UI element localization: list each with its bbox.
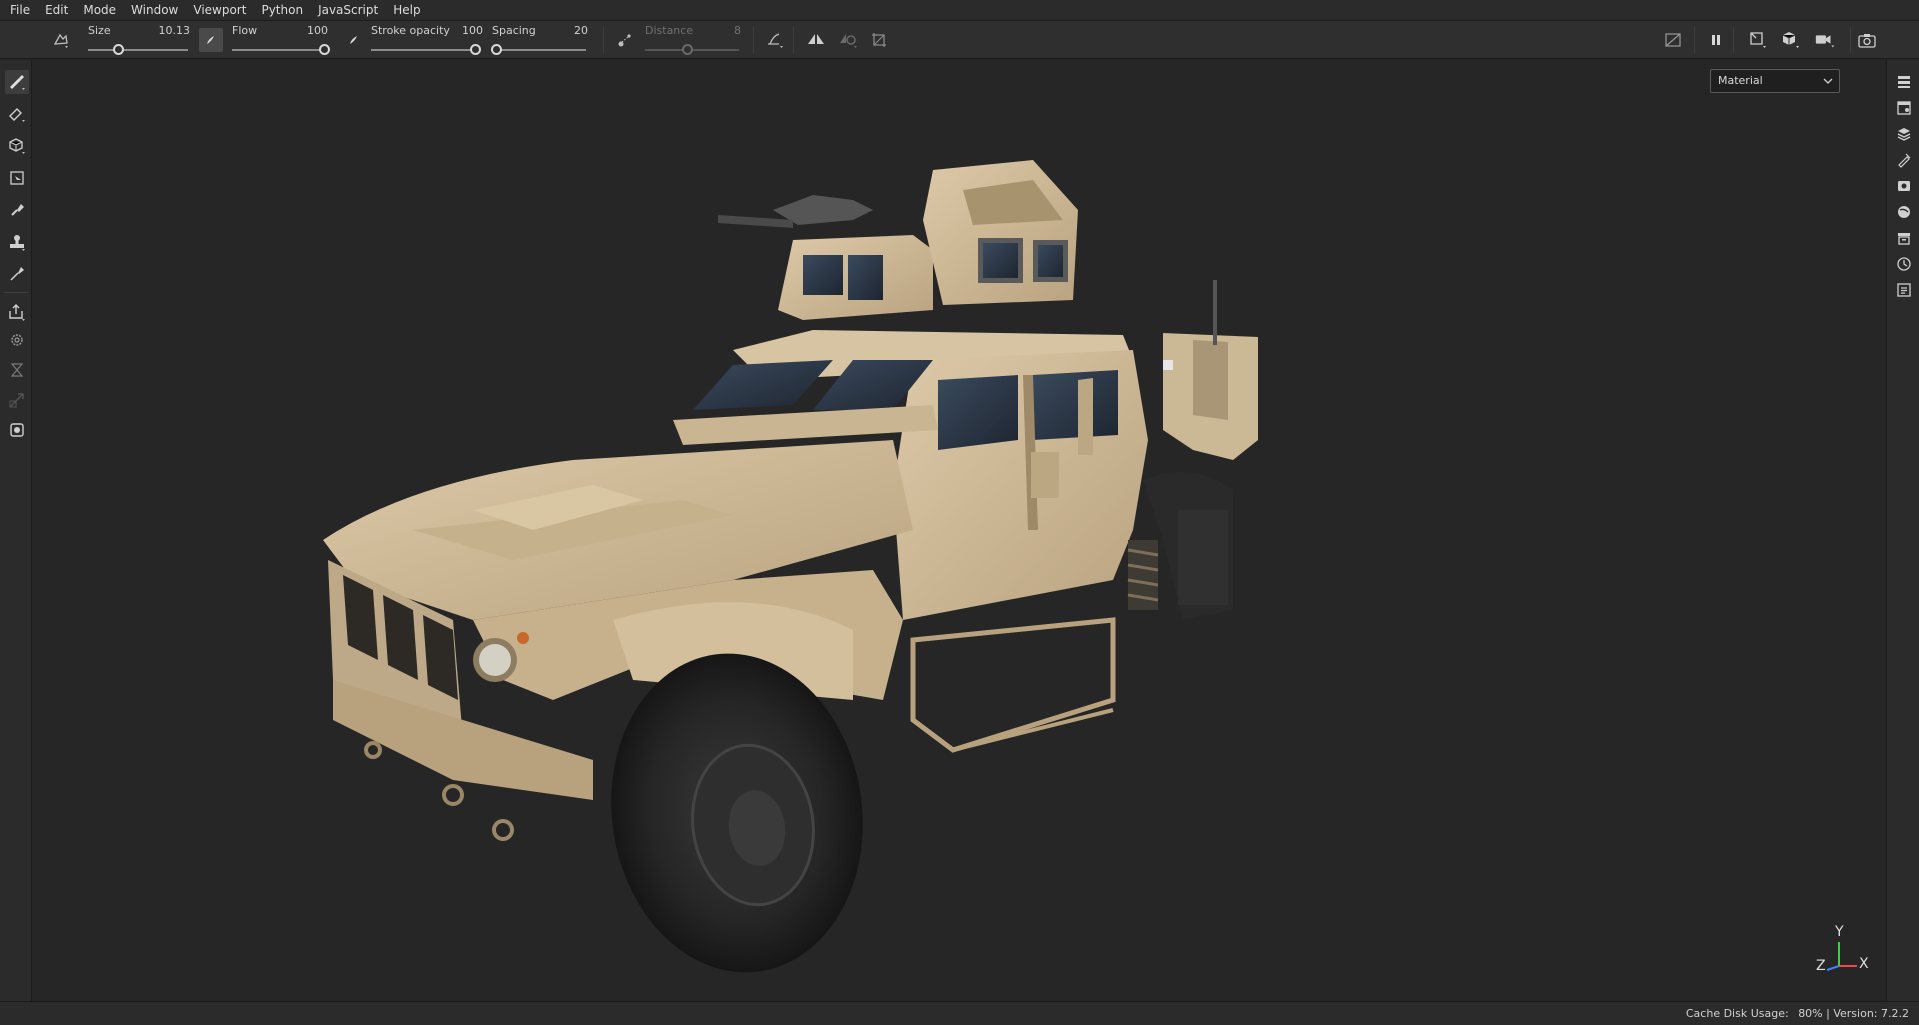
distance-value: 8 [734,24,741,37]
size-control: Size 10.13 [86,21,192,59]
toolbar-separator [1694,27,1695,53]
chevron-down-icon [1823,70,1833,92]
pause-icon[interactable] [1705,29,1727,51]
distance-slider-knob [681,44,693,55]
texture-set-icon[interactable] [1893,97,1915,119]
axis-x-label: X [1859,956,1869,972]
stroke-opacity-value[interactable]: 100 [462,24,483,37]
path-mode-icon[interactable] [765,29,787,51]
projection-icon[interactable] [5,134,29,158]
uv-view-icon[interactable] [1748,29,1770,51]
color-picker-icon[interactable] [5,262,29,286]
panel-rail [1886,60,1919,1001]
toolbar-separator [1850,27,1851,53]
stroke-opacity-slider-track[interactable] [371,49,475,51]
spacing-control: Spacing 20 [490,21,590,59]
spacing-label: Spacing [492,24,536,37]
pressure-size-icon[interactable] [199,28,223,52]
layers-panel-icon[interactable] [1893,71,1915,93]
axis-y-label: Y [1835,924,1844,940]
symmetry-settings-icon[interactable] [838,29,860,51]
size-label: Size [88,24,111,37]
toolbar-separator [1733,27,1734,53]
polygon-fill-icon[interactable] [5,166,29,190]
paint-brush-icon[interactable] [5,70,29,94]
assets-icon[interactable] [1893,227,1915,249]
version-label: Version: 7.2.2 [1833,1007,1909,1020]
cache-disk-label: Cache Disk Usage: [1685,1007,1789,1020]
axis-gizmo: X Y Z [1813,924,1873,978]
menu-javascript[interactable]: JavaScript [312,0,387,21]
bake-icon[interactable] [5,358,29,382]
spacing-value[interactable]: 20 [574,24,588,37]
layer-stack-icon[interactable] [1893,123,1915,145]
lazy-mouse-icon[interactable] [614,29,636,51]
hide-ui-icon[interactable] [1662,29,1684,51]
smudge-icon[interactable] [5,198,29,222]
menu-bar: File Edit Mode Window Viewport Python Ja… [0,0,1919,21]
3d-viewport[interactable]: Material X Y Z [33,60,1886,1001]
shader-settings-icon[interactable] [1893,201,1915,223]
size-value[interactable]: 10.13 [159,24,191,37]
history-icon[interactable] [1893,253,1915,275]
size-slider-track[interactable] [88,49,188,51]
3d-view-icon[interactable] [1781,29,1803,51]
channel-select[interactable]: Material [1710,69,1840,93]
distance-control: Distance 8 [643,21,743,59]
status-text: Cache Disk Usage: 80% | Version: 7.2.2 [1686,1007,1909,1020]
brush-preset-icon[interactable] [50,29,72,51]
flow-slider-knob[interactable] [318,44,330,55]
symmetry-icon[interactable] [805,29,827,51]
app-window: File Edit Mode Window Viewport Python Ja… [0,0,1919,1025]
cache-disk-value: 80% [1798,1007,1823,1020]
flow-value[interactable]: 100 [307,24,328,37]
size-slider-knob[interactable] [112,44,124,55]
clone-stamp-icon[interactable] [5,230,29,254]
menu-help[interactable]: Help [387,0,429,21]
spacing-slider-track[interactable] [492,49,586,51]
screenshot-icon[interactable] [1856,29,1878,51]
flow-control: Flow 100 [230,21,330,59]
flow-slider-track[interactable] [232,49,324,51]
channel-select-value: Material [1718,74,1763,87]
export-icon[interactable] [5,300,29,324]
toolbar-separator [603,27,604,53]
stroke-opacity-control: Stroke opacity 100 [369,21,485,59]
spacing-slider-knob[interactable] [491,44,503,55]
toolbar-separator [793,27,794,53]
menu-mode[interactable]: Mode [77,0,125,21]
vehicle-model [323,160,1258,973]
status-bar: Cache Disk Usage: 80% | Version: 7.2.2 [0,1001,1919,1025]
viewer-icon[interactable] [5,418,29,442]
menu-python[interactable]: Python [255,0,312,21]
flow-label: Flow [232,24,258,37]
axis-z-label: Z [1816,958,1826,974]
properties-icon[interactable] [1893,149,1915,171]
menu-file[interactable]: File [4,0,39,21]
stroke-opacity-label: Stroke opacity [371,24,450,37]
settings-icon[interactable] [5,328,29,352]
tool-rail [0,60,32,1001]
crop-transform-icon[interactable] [868,29,890,51]
camera-icon[interactable] [1814,29,1836,51]
log-icon[interactable] [1893,279,1915,301]
eraser-icon[interactable] [5,102,29,126]
menu-viewport[interactable]: Viewport [187,0,255,21]
stroke-opacity-slider-knob[interactable] [469,44,481,55]
transform-icon[interactable] [5,388,29,412]
tool-properties-bar: Size 10.13 Flow 100 Stroke opacity 100 S [0,21,1919,59]
display-settings-icon[interactable] [1893,175,1915,197]
distance-label: Distance [645,24,694,37]
tool-separator [4,292,28,293]
toolbar-separator [753,27,754,53]
pressure-flow-icon[interactable] [343,29,365,51]
menu-window[interactable]: Window [125,0,187,21]
menu-edit[interactable]: Edit [39,0,77,21]
